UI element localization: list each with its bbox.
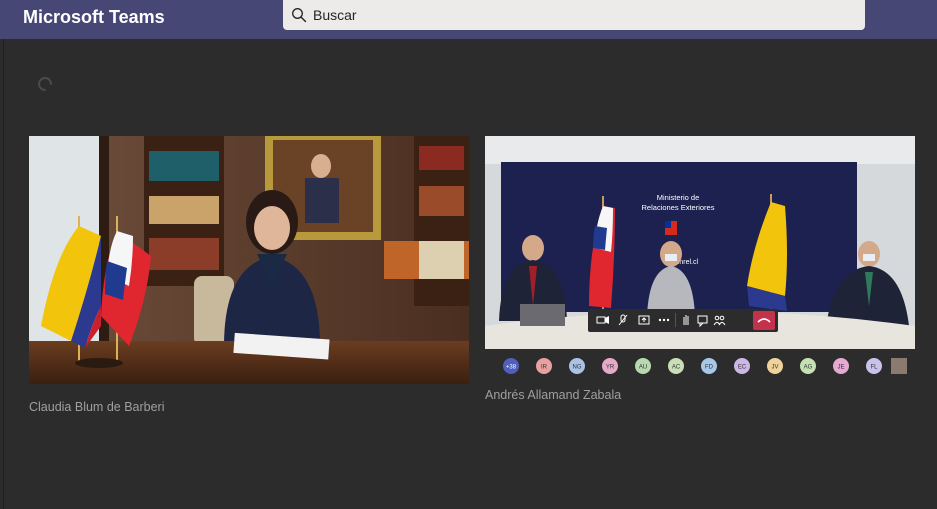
video-tile-andres[interactable]: Ministerio de Relaciones Exteriores minr… bbox=[485, 136, 915, 382]
room-sign-line1: Ministerio de bbox=[657, 193, 700, 202]
meeting-toolbar bbox=[588, 309, 778, 332]
avatar-initials: FD bbox=[705, 365, 714, 371]
app-title: Microsoft Teams bbox=[23, 7, 165, 27]
participant-avatar[interactable]: AU bbox=[635, 358, 651, 374]
participant-avatar[interactable]: YR bbox=[602, 358, 618, 374]
loading-spinner-icon bbox=[38, 77, 52, 91]
search-icon bbox=[292, 8, 307, 23]
avatar-initials: +38 bbox=[506, 365, 517, 371]
video-feed-claudia bbox=[29, 136, 469, 384]
more-icon[interactable] bbox=[658, 318, 670, 322]
avatar-initials: IR bbox=[541, 365, 548, 371]
participant-avatar[interactable]: FL bbox=[866, 358, 882, 374]
participant-avatar[interactable]: AC bbox=[668, 358, 684, 374]
participant-avatar[interactable]: AG bbox=[800, 358, 816, 374]
meeting-stage: Claudia Blum de Barberi Ministerio de Re… bbox=[3, 39, 937, 509]
video-feed-andres: Ministerio de Relaciones Exteriores minr… bbox=[485, 136, 915, 382]
participant-avatar[interactable]: JV bbox=[767, 358, 783, 374]
participant-thumbnail[interactable] bbox=[891, 358, 907, 374]
room-sign-line2: Relaciones Exteriores bbox=[642, 203, 715, 212]
participant-avatar[interactable]: JE bbox=[833, 358, 849, 374]
avatar-initials: AC bbox=[672, 365, 681, 371]
title-bar: Microsoft Teams bbox=[0, 0, 937, 39]
participant-name-label: Claudia Blum de Barberi bbox=[29, 400, 165, 414]
participant-avatar[interactable]: +38 bbox=[503, 358, 519, 374]
participant-avatar[interactable]: NG bbox=[569, 358, 585, 374]
avatar-initials: FL bbox=[870, 365, 878, 371]
avatar-initials: AU bbox=[639, 365, 647, 371]
search-input[interactable] bbox=[313, 6, 853, 24]
search-box[interactable] bbox=[283, 0, 865, 30]
participant-avatar[interactable]: FD bbox=[701, 358, 717, 374]
avatar-initials: YR bbox=[606, 365, 615, 371]
hang-up-button[interactable] bbox=[753, 311, 775, 330]
avatar-initials: NG bbox=[573, 365, 582, 371]
participant-avatar[interactable]: IR bbox=[536, 358, 552, 374]
video-tile-claudia[interactable] bbox=[29, 136, 469, 384]
avatar-initials: JV bbox=[771, 365, 778, 371]
avatar-initials: EC bbox=[738, 365, 747, 371]
participant-name-label: Andrés Allamand Zabala bbox=[485, 388, 622, 402]
participant-avatar[interactable]: EC bbox=[734, 358, 750, 374]
avatar-initials: JE bbox=[837, 365, 844, 371]
avatar-initials: AG bbox=[804, 365, 813, 371]
